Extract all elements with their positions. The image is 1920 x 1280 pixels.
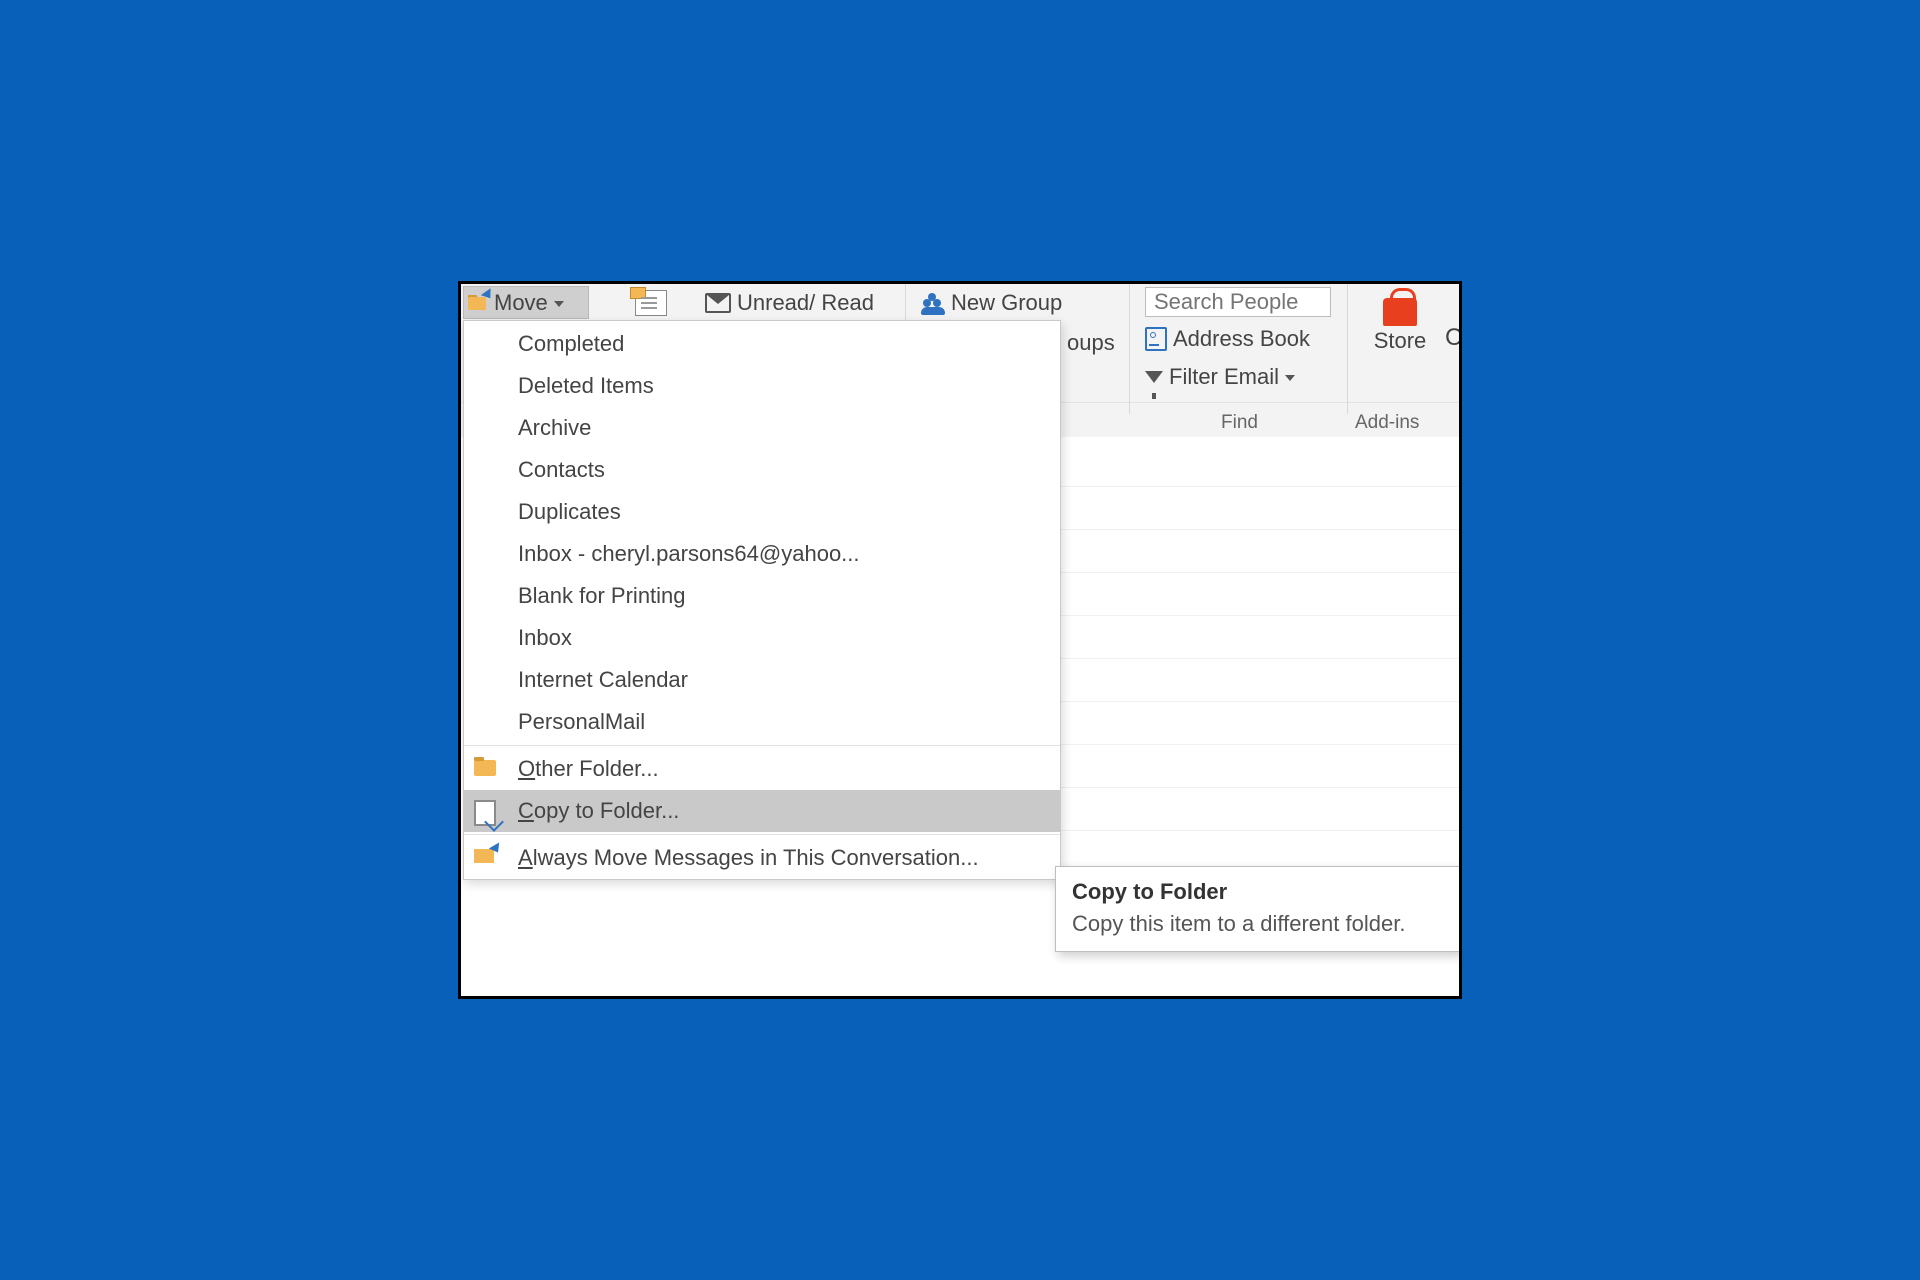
store-button[interactable]: Store xyxy=(1369,290,1431,354)
store-label: Store xyxy=(1374,328,1427,354)
menu-item-inbox[interactable]: Inbox xyxy=(464,617,1060,659)
new-group-button[interactable]: New Group xyxy=(921,286,1062,319)
unread-read-button[interactable]: Unread/ Read xyxy=(705,286,874,319)
menu-item-archive[interactable]: Archive xyxy=(464,407,1060,449)
menu-item-inbox-account[interactable]: Inbox - cheryl.parsons64@yahoo... xyxy=(464,533,1060,575)
chevron-down-icon xyxy=(1285,375,1295,381)
menu-item-label: Completed xyxy=(518,331,624,357)
menu-item-label: Blank for Printing xyxy=(518,583,686,609)
menu-item-always-move[interactable]: Always Move Messages in This Conversatio… xyxy=(464,837,1060,879)
menu-item-label: Internet Calendar xyxy=(518,667,688,693)
menu-item-label: Always Move Messages in This Conversatio… xyxy=(518,845,979,871)
menu-item-label: Other Folder... xyxy=(518,756,659,782)
ribbon-right-fragment: C xyxy=(1445,324,1462,352)
find-group-label: Find xyxy=(1221,412,1258,434)
ribbon-separator xyxy=(1129,284,1130,414)
filter-email-label: Filter Email xyxy=(1169,364,1279,390)
search-people-input[interactable] xyxy=(1145,287,1331,317)
menu-item-label: Archive xyxy=(518,415,591,441)
menu-item-personalmail[interactable]: PersonalMail xyxy=(464,701,1060,743)
menu-item-deleted-items[interactable]: Deleted Items xyxy=(464,365,1060,407)
unread-read-label: Unread/ Read xyxy=(737,290,874,316)
new-group-label: New Group xyxy=(951,290,1062,316)
move-split-button[interactable]: Move xyxy=(463,286,589,319)
menu-item-label: Copy to Folder... xyxy=(518,798,679,824)
addins-group-label: Add-ins xyxy=(1355,412,1419,434)
chevron-down-icon xyxy=(554,301,564,307)
menu-item-label: Duplicates xyxy=(518,499,621,525)
address-book-button[interactable]: Address Book xyxy=(1145,326,1310,352)
menu-item-duplicates[interactable]: Duplicates xyxy=(464,491,1060,533)
tooltip-title: Copy to Folder xyxy=(1072,879,1444,905)
menu-divider xyxy=(464,834,1060,835)
menu-item-internet-calendar[interactable]: Internet Calendar xyxy=(464,659,1060,701)
menu-item-label: Inbox - cheryl.parsons64@yahoo... xyxy=(518,541,860,567)
outlook-window: Find Add-ins Move Unread/ Read New Group… xyxy=(458,281,1462,999)
menu-item-label: Inbox xyxy=(518,625,572,651)
copy-icon xyxy=(474,800,500,822)
tooltip: Copy to Folder Copy this item to a diffe… xyxy=(1055,866,1461,952)
menu-item-completed[interactable]: Completed xyxy=(464,323,1060,365)
move-button-label: Move xyxy=(494,290,548,316)
address-book-label: Address Book xyxy=(1173,326,1310,352)
store-icon xyxy=(1383,298,1417,326)
folder-icon xyxy=(474,758,500,780)
rules-icon xyxy=(635,290,667,316)
move-dropdown-menu: Completed Deleted Items Archive Contacts… xyxy=(463,320,1061,880)
tooltip-body: Copy this item to a different folder. xyxy=(1072,911,1444,937)
menu-item-blank-for-printing[interactable]: Blank for Printing xyxy=(464,575,1060,617)
envelope-icon xyxy=(705,293,731,313)
menu-item-label: Contacts xyxy=(518,457,605,483)
always-move-icon xyxy=(474,847,500,869)
people-icon xyxy=(921,293,945,313)
menu-item-copy-to-folder[interactable]: Copy to Folder... xyxy=(464,790,1060,832)
move-to-folder-icon xyxy=(468,294,488,312)
menu-item-contacts[interactable]: Contacts xyxy=(464,449,1060,491)
ribbon-separator xyxy=(1347,284,1348,414)
menu-item-label: Deleted Items xyxy=(518,373,654,399)
filter-email-button[interactable]: Filter Email xyxy=(1145,364,1295,390)
address-book-icon xyxy=(1145,327,1167,351)
browse-groups-fragment[interactable]: oups xyxy=(1067,330,1115,356)
menu-item-other-folder[interactable]: Other Folder... xyxy=(464,748,1060,790)
rules-button[interactable] xyxy=(621,286,681,319)
funnel-icon xyxy=(1145,371,1163,383)
menu-item-label: PersonalMail xyxy=(518,709,645,735)
menu-divider xyxy=(464,745,1060,746)
